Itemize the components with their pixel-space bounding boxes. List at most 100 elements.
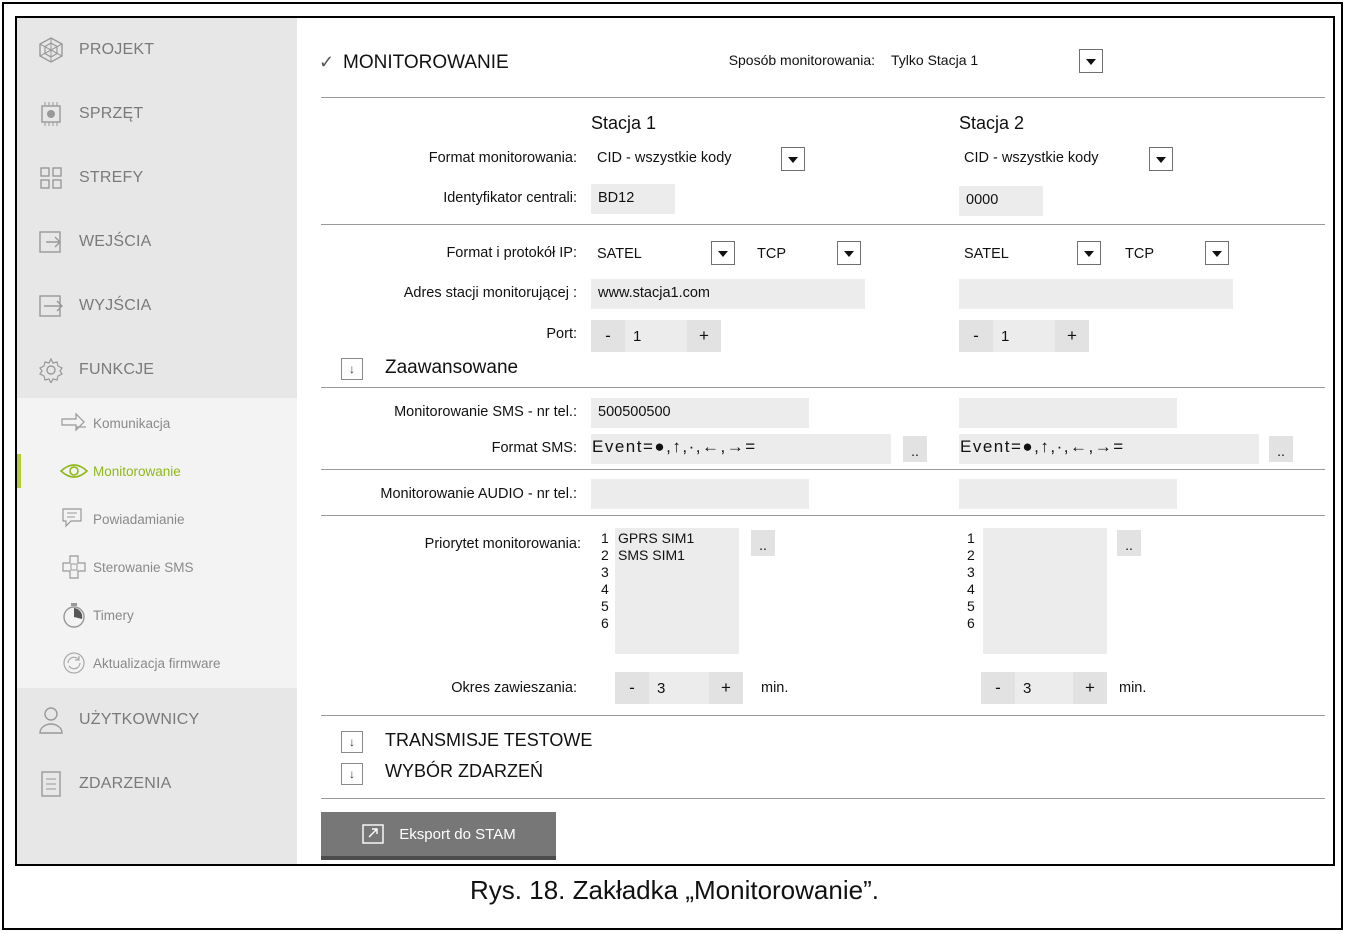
station1-ip-format-value: SATEL — [597, 246, 642, 262]
station2-port-value[interactable]: 1 — [993, 320, 1055, 352]
station2-priority-list[interactable] — [983, 528, 1107, 654]
sidebar-item-projekt[interactable]: PROJEKT — [17, 18, 297, 82]
sidebar-item-label: PROJEKT — [79, 41, 155, 58]
station1-suspend-increment-button[interactable]: + — [709, 672, 743, 704]
sidebar-subitem-monitorowanie[interactable]: Monitorowanie — [17, 448, 297, 494]
station1-header: Stacja 1 — [591, 113, 657, 133]
address-label: Adres stacji monitorującej : — [403, 285, 577, 301]
station2-port-decrement-button[interactable]: - — [959, 320, 993, 352]
sidebar-item-label: WYJŚCIA — [79, 297, 152, 314]
figure-caption: Rys. 18. Zakładka „Monitorowanie”. — [470, 875, 879, 905]
station1-port-increment-button[interactable]: + — [687, 320, 721, 352]
sidebar-subitem-label: Timery — [93, 607, 134, 623]
station2-sms-format-edit-button[interactable]: .. — [1269, 436, 1293, 462]
sidebar-subitem-label: Monitorowanie — [93, 463, 181, 479]
station1-ip-format-dropdown[interactable] — [711, 241, 735, 265]
station2-suspend-increment-button[interactable]: + — [1073, 672, 1107, 704]
station1-sms-format-edit-button[interactable]: .. — [903, 436, 927, 462]
communication-icon — [59, 408, 89, 438]
station1-protocol-dropdown[interactable] — [837, 241, 861, 265]
suspend-label: Okres zawieszania: — [451, 680, 577, 696]
sidebar-item-label: FUNKCJE — [79, 361, 155, 378]
monitoring-checkbox[interactable]: ✓ — [319, 52, 334, 73]
station1-priority-numbers: 1 2 3 4 5 6 — [601, 530, 609, 631]
chevron-down-icon: ↓ — [349, 735, 355, 749]
station2-format-value: CID - wszystkie kody — [964, 150, 1099, 166]
sidebar-subitem-sterowanie-sms[interactable]: Sterowanie SMS — [17, 544, 297, 590]
station1-suspend-decrement-button[interactable]: - — [615, 672, 649, 704]
eye-icon — [59, 456, 89, 486]
gear-icon — [37, 356, 65, 384]
sms-control-icon — [59, 552, 89, 582]
station2-suspend-value[interactable]: 3 — [1015, 672, 1077, 704]
divider — [321, 387, 1325, 388]
port-label: Port: — [546, 326, 577, 342]
export-stam-button[interactable]: Eksport do STAM — [321, 812, 556, 860]
sidebar-item-label: STREFY — [79, 169, 144, 186]
test-transmissions-expand-button[interactable]: ↓ — [341, 731, 363, 753]
station2-audio-phone-field[interactable] — [959, 479, 1177, 509]
audio-phone-label: Monitorowanie AUDIO - nr tel.: — [380, 486, 577, 502]
sidebar-subitem-komunikacja[interactable]: Komunikacja — [17, 400, 297, 446]
sidebar-item-sprzet[interactable]: SPRZĘT — [17, 82, 297, 146]
sidebar: PROJEKT SPRZĘT STREFY WEJŚCIA WYJŚCIA FU… — [17, 18, 297, 864]
event-selection-expand-button[interactable]: ↓ — [341, 763, 363, 785]
hardware-icon — [37, 100, 65, 128]
mode-dropdown-button[interactable] — [1079, 49, 1103, 73]
station2-address-field[interactable] — [959, 279, 1233, 309]
export-icon — [361, 823, 385, 845]
station1-format-dropdown[interactable] — [781, 147, 805, 171]
station1-audio-phone-field[interactable] — [591, 479, 809, 509]
station1-suspend-value[interactable]: 3 — [649, 672, 711, 704]
divider — [321, 798, 1325, 799]
sidebar-item-zdarzenia[interactable]: ZDARZENIA — [17, 752, 297, 816]
station1-port-decrement-button[interactable]: - — [591, 320, 625, 352]
sidebar-item-strefy[interactable]: STREFY — [17, 146, 297, 210]
station2-ip-format-dropdown[interactable] — [1077, 241, 1101, 265]
sms-format-label: Format SMS: — [491, 440, 577, 456]
station1-port-value[interactable]: 1 — [625, 320, 687, 352]
project-icon — [37, 36, 65, 64]
inputs-icon — [37, 228, 65, 256]
sidebar-subitem-powiadamianie[interactable]: Powiadamianie — [17, 496, 297, 542]
station2-sms-phone-field[interactable] — [959, 398, 1177, 428]
sidebar-item-funkcje[interactable]: FUNKCJE — [17, 338, 297, 402]
outputs-icon — [37, 292, 65, 320]
station1-suspend-unit: min. — [761, 680, 789, 696]
divider — [321, 715, 1325, 716]
station2-format-dropdown[interactable] — [1149, 147, 1173, 171]
station2-suspend-unit: min. — [1119, 680, 1147, 696]
sidebar-item-label: ZDARZENIA — [79, 775, 172, 792]
advanced-expand-button[interactable]: ↓ — [341, 358, 363, 380]
test-transmissions-title: TRANSMISJE TESTOWE — [385, 730, 593, 750]
sidebar-subitem-timery[interactable]: Timery — [17, 592, 297, 638]
identifier-label: Identyfikator centrali: — [443, 190, 577, 206]
advanced-title: Zaawansowane — [385, 357, 519, 378]
station1-protocol-value: TCP — [757, 246, 786, 262]
station2-suspend-decrement-button[interactable]: - — [981, 672, 1015, 704]
station1-priority-edit-button[interactable]: .. — [751, 530, 775, 556]
station1-sms-format-value: Event=●,↑,·,←,→= — [592, 437, 757, 456]
divider — [321, 469, 1325, 470]
sidebar-item-uzytkownicy[interactable]: UŻYTKOWNICY — [17, 688, 297, 752]
station2-priority-edit-button[interactable]: .. — [1117, 530, 1141, 556]
mode-select-value: Tylko Stacja 1 — [891, 52, 979, 68]
station2-port-increment-button[interactable]: + — [1055, 320, 1089, 352]
mode-label: Sposób monitorowania: — [728, 52, 875, 68]
sidebar-item-wejscia[interactable]: WEJŚCIA — [17, 210, 297, 274]
zones-icon — [37, 164, 65, 192]
sidebar-item-wyjscia[interactable]: WYJŚCIA — [17, 274, 297, 338]
sidebar-subitem-aktualizacja-firmware[interactable]: Aktualizacja firmware — [17, 640, 297, 686]
station1-address-value: www.stacja1.com — [598, 285, 711, 301]
firmware-update-icon — [59, 648, 89, 678]
divider — [321, 97, 1325, 98]
chevron-down-icon: ↓ — [349, 767, 355, 781]
section-title: MONITOROWANIE — [343, 52, 509, 73]
monitoring-panel: ✓ MONITOROWANIE Sposób monitorowania: Ty… — [297, 18, 1333, 864]
divider — [321, 224, 1325, 225]
event-selection-title: WYBÓR ZDARZEŃ — [385, 761, 544, 781]
sidebar-subitem-label: Komunikacja — [93, 415, 171, 431]
station2-sms-format-value: Event=●,↑,·,←,→= — [960, 437, 1125, 456]
station2-protocol-dropdown[interactable] — [1205, 241, 1229, 265]
events-icon — [37, 770, 65, 798]
